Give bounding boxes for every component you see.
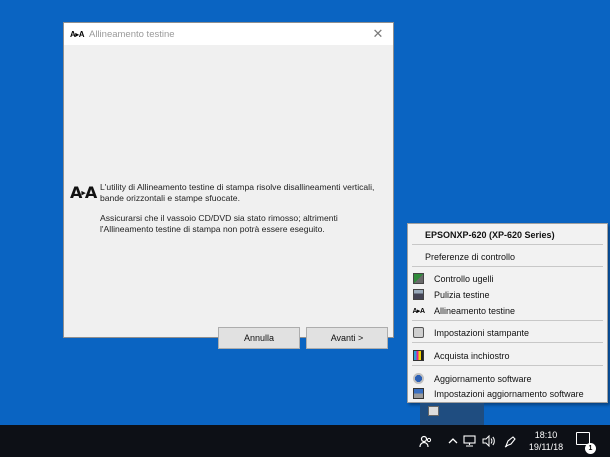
volume-icon[interactable]	[481, 433, 495, 449]
printer-tray-icon[interactable]	[428, 406, 439, 416]
head-alignment-icon: A▸A	[70, 29, 85, 39]
printer-settings-icon	[413, 327, 424, 338]
system-clock[interactable]: 18:10 19/11/18	[524, 429, 568, 453]
head-alignment-large-icon: A▸A	[70, 183, 97, 202]
clock-time: 18:10	[534, 430, 558, 440]
menu-header-printer: EPSONXP-620 (XP-620 Series)	[425, 229, 555, 240]
printer-tray-menu: EPSONXP-620 (XP-620 Series) Preferenze d…	[407, 223, 608, 403]
close-button[interactable]: ✕	[363, 23, 393, 45]
menu-item-head-alignment[interactable]: A▸A Allineamento testine	[408, 303, 607, 318]
head-alignment-icon: A▸A	[412, 307, 425, 315]
close-icon: ✕	[372, 26, 384, 41]
menu-item-printer-settings[interactable]: Impostazioni stampante	[408, 325, 607, 340]
head-alignment-dialog: A▸A Allineamento testine ✕ A▸A L'utility…	[63, 22, 394, 349]
software-update-settings-icon	[413, 388, 424, 399]
cancel-button[interactable]: Annulla	[218, 327, 300, 349]
menu-item-software-update[interactable]: Aggiornamento software	[408, 371, 607, 386]
menu-separator	[412, 266, 603, 267]
menu-item-buy-ink[interactable]: Acquista inchiostro	[408, 348, 607, 363]
menu-separator	[412, 320, 603, 321]
people-icon[interactable]	[418, 433, 432, 449]
clock-date: 19/11/18	[528, 442, 564, 452]
menu-item-software-update-settings[interactable]: Impostazioni aggiornamento software	[408, 386, 607, 401]
dialog-body: A▸A L'utility di Allineamento testine di…	[64, 45, 393, 349]
pen-icon[interactable]	[503, 433, 517, 449]
dialog-title: Allineamento testine	[89, 28, 175, 40]
taskbar: 18:10 19/11/18 1	[0, 425, 610, 457]
software-update-icon	[413, 373, 424, 384]
head-cleaning-icon	[413, 289, 424, 300]
dialog-warning: Assicurarsi che il vassoio CD/DVD sia st…	[100, 213, 338, 234]
menu-separator	[412, 365, 603, 366]
next-button[interactable]: Avanti >	[306, 327, 388, 349]
menu-item-nozzle-check[interactable]: Controllo ugelli	[408, 271, 607, 286]
tray-overflow-popup	[420, 403, 484, 425]
network-icon[interactable]	[462, 433, 476, 449]
menu-item-control-preferences[interactable]: Preferenze di controllo	[408, 249, 607, 264]
chevron-up-icon[interactable]	[446, 433, 460, 449]
menu-separator	[412, 342, 603, 343]
dialog-description: L'utility di Allineamento testine di sta…	[100, 182, 375, 203]
menu-separator	[412, 244, 603, 245]
nozzle-check-icon	[413, 273, 424, 284]
notification-badge: 1	[585, 443, 596, 454]
dialog-titlebar[interactable]: A▸A Allineamento testine ✕	[64, 23, 393, 45]
menu-item-head-cleaning[interactable]: Pulizia testine	[408, 287, 607, 302]
buy-ink-icon	[413, 350, 424, 361]
